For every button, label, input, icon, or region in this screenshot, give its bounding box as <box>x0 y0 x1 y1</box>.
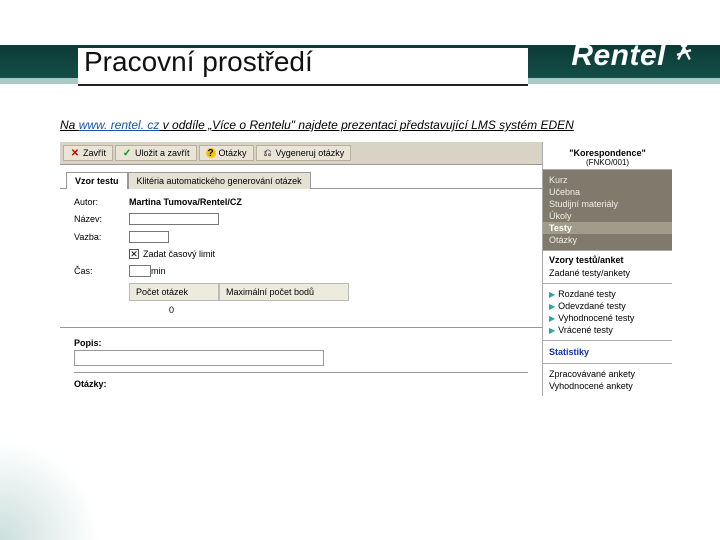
bind-label: Vazba: <box>74 232 129 242</box>
save-close-button[interactable]: ✓Uložit a zavřít <box>115 145 197 161</box>
check-icon: ✓ <box>122 148 132 158</box>
toolbar: ✕Zavřít ✓Uložit a zavřít ?Otázky ⎌Vygene… <box>60 142 542 165</box>
item-distributed[interactable]: ▶Rozdané testy <box>549 288 666 300</box>
nav-materialy[interactable]: Studijní materiály <box>549 198 666 210</box>
time-unit: min <box>151 266 166 276</box>
close-icon: ✕ <box>70 148 80 158</box>
generate-icon: ⎌ <box>263 148 273 158</box>
desc-input[interactable] <box>74 350 324 366</box>
triangle-icon: ▶ <box>549 314 555 323</box>
questions-label: Otázky: <box>74 379 528 389</box>
sec-stats[interactable]: Statistiky <box>549 345 666 359</box>
col-max: Maximální počet bodů <box>219 283 349 301</box>
bind-input[interactable] <box>129 231 169 243</box>
desc-label: Popis: <box>74 338 528 348</box>
item-assigned[interactable]: Zadané testy/ankety <box>549 267 666 279</box>
col-count: Počet otázek <box>129 283 219 301</box>
rentel-link[interactable]: www. rentel. cz <box>79 118 160 132</box>
questions-button[interactable]: ?Otázky <box>199 145 254 161</box>
time-limit-checkbox[interactable]: ✕ <box>129 249 139 259</box>
name-label: Název: <box>74 214 129 224</box>
sec-templates: Vzory testů/anket <box>549 255 666 265</box>
slide-title: Pracovní prostředí <box>78 48 528 86</box>
item-returned[interactable]: ▶Vrácené testy <box>549 324 666 336</box>
author-label: Autor: <box>74 197 129 207</box>
close-button[interactable]: ✕Zavřít <box>63 145 113 161</box>
item-submitted[interactable]: ▶Odevzdané testy <box>549 300 666 312</box>
slide-caption: Na www. rentel. cz v oddíle „Více o Rent… <box>60 118 574 132</box>
tab-test-template[interactable]: Vzor testu <box>66 172 128 189</box>
triangle-icon: ▶ <box>549 302 555 311</box>
nav-otazky[interactable]: Otázky <box>549 234 666 246</box>
item-surveys-proc[interactable]: Zpracovávané ankety <box>549 368 666 380</box>
nav-ucebna[interactable]: Učebna <box>549 186 666 198</box>
name-input[interactable] <box>129 213 219 225</box>
triangle-icon: ▶ <box>549 290 555 299</box>
tab-criteria[interactable]: Klitéria automatického generování otázek <box>128 172 311 189</box>
brand-logo: Rentel <box>571 38 698 74</box>
nav-ukoly[interactable]: Úkoly <box>549 210 666 222</box>
time-limit-label: Zadat časový limit <box>143 249 215 259</box>
author-value: Martina Tumova/Rentel/CZ <box>129 197 242 207</box>
course-nav: Kurz Učebna Studijní materiály Úkoly Tes… <box>543 170 672 250</box>
time-input[interactable] <box>129 265 151 277</box>
item-evaluated[interactable]: ▶Vyhodnocené testy <box>549 312 666 324</box>
nav-testy[interactable]: Testy <box>543 222 672 234</box>
question-icon: ? <box>206 148 216 158</box>
count-value: 0 <box>129 301 532 319</box>
triangle-icon: ▶ <box>549 326 555 335</box>
lms-screenshot: ✕Zavřít ✓Uložit a zavřít ?Otázky ⎌Vygene… <box>60 142 672 396</box>
time-label: Čas: <box>74 266 129 276</box>
generate-button[interactable]: ⎌Vygeneruj otázky <box>256 145 352 161</box>
item-surveys-eval[interactable]: Vyhodnocené ankety <box>549 380 666 392</box>
nav-kurz[interactable]: Kurz <box>549 174 666 186</box>
course-header: "Korespondence" (FNKO/001) <box>543 142 672 170</box>
